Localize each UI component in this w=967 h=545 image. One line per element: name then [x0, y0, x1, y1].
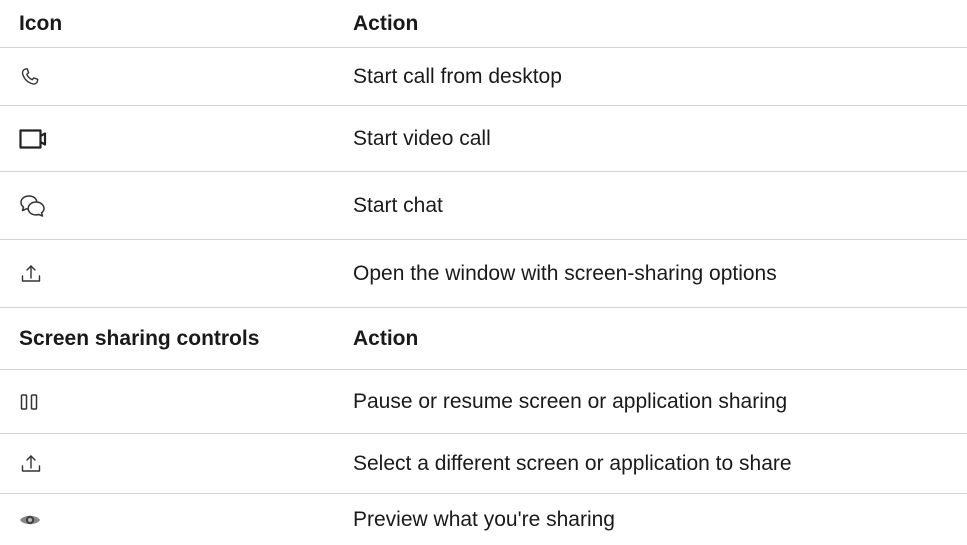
action-text: Preview what you're sharing: [353, 508, 615, 531]
eye-icon: [19, 512, 41, 528]
video-camera-icon: [19, 128, 49, 150]
table-header-row: Screen sharing controls Action: [0, 308, 967, 370]
table-row: Start call from desktop: [0, 48, 967, 106]
header-icon-column: Icon: [19, 12, 63, 35]
share-upload-icon: [19, 452, 43, 476]
table-row: Select a different screen or application…: [0, 434, 967, 494]
share-upload-icon: [19, 262, 43, 286]
action-text: Start chat: [353, 194, 443, 217]
phone-icon: [19, 66, 41, 88]
icon-action-table: Icon Action Start call from desktop Star…: [0, 0, 967, 545]
header-controls-column: Screen sharing controls: [19, 327, 260, 350]
action-text: Start video call: [353, 127, 491, 150]
table-row: Pause or resume screen or application sh…: [0, 370, 967, 434]
action-text: Pause or resume screen or application sh…: [353, 390, 788, 413]
table-row: Start chat: [0, 172, 967, 240]
header-action-column: Action: [353, 327, 419, 350]
action-text: Select a different screen or application…: [353, 452, 792, 475]
table-header-row: Icon Action: [0, 0, 967, 48]
table-row: Start video call: [0, 106, 967, 172]
chat-bubbles-icon: [19, 193, 47, 219]
action-text: Start call from desktop: [353, 65, 562, 88]
action-text: Open the window with screen-sharing opti…: [353, 262, 777, 285]
pause-icon: [19, 392, 41, 412]
table-row: Preview what you're sharing: [0, 494, 967, 545]
header-action-column: Action: [353, 12, 419, 35]
table-row: Open the window with screen-sharing opti…: [0, 240, 967, 308]
